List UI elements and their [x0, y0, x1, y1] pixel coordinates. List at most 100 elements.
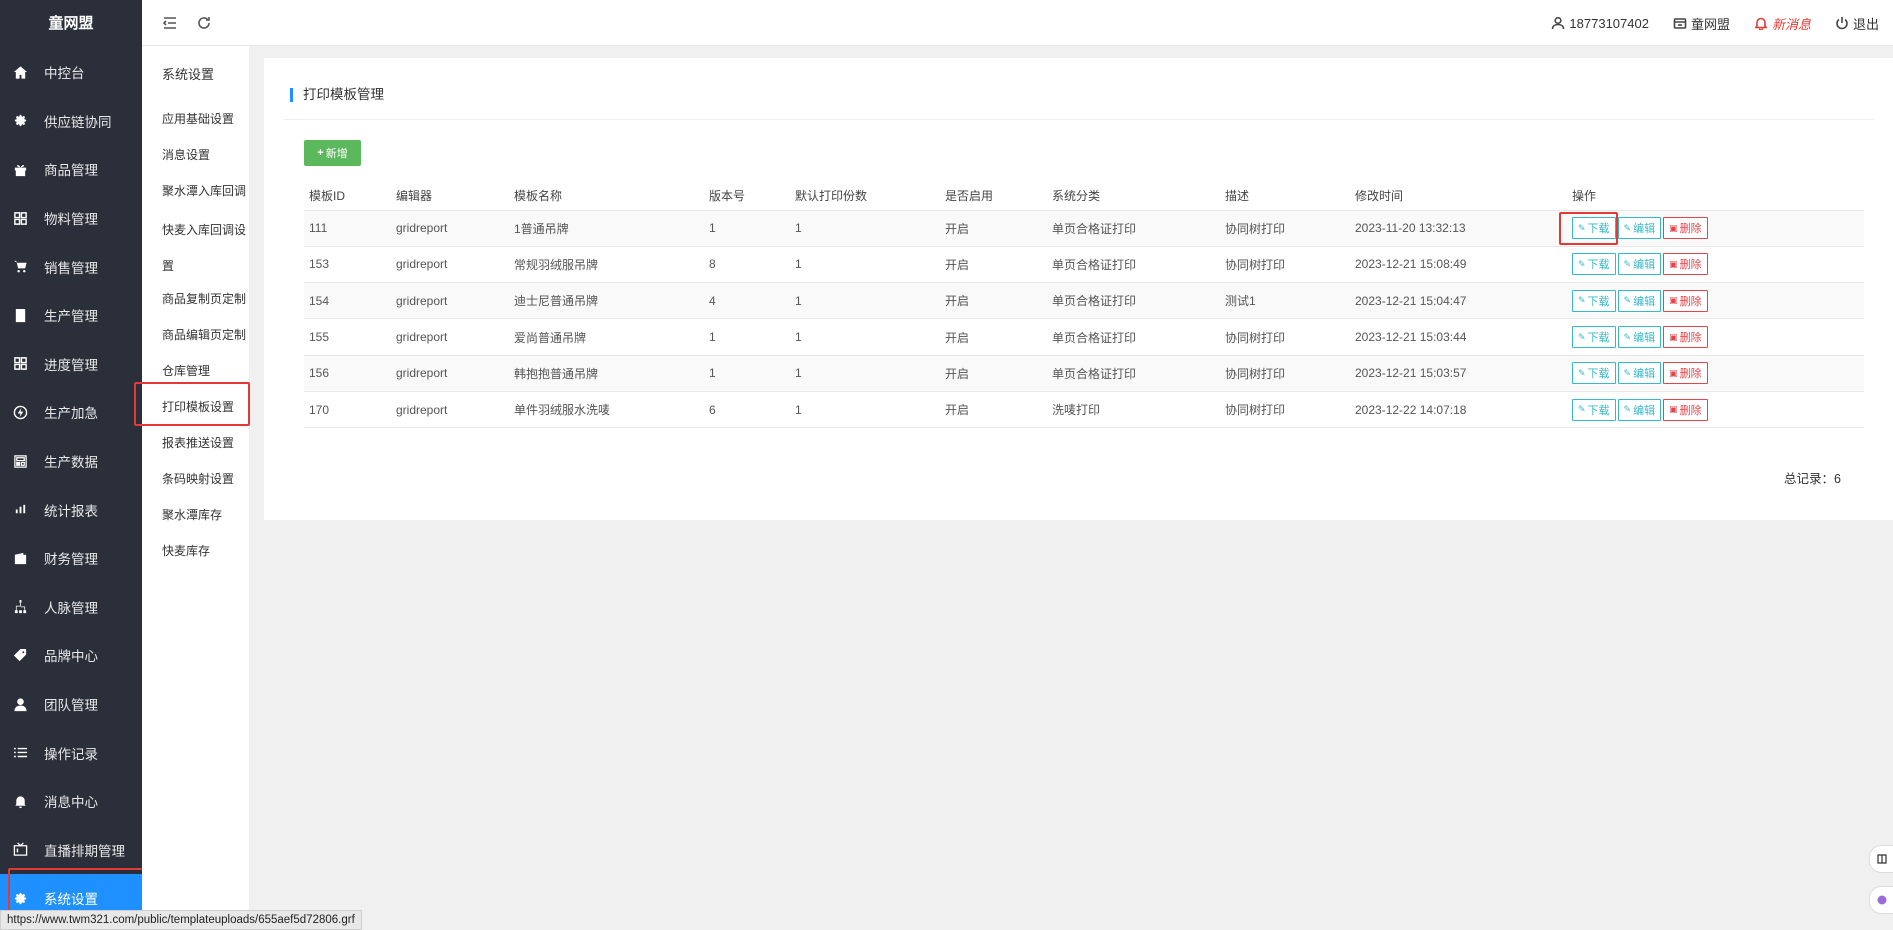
submenu-item-6[interactable]: 仓库管理 [162, 362, 248, 380]
table-cell: gridreport [391, 318, 509, 356]
table-row: 156 gridreport 韩抱抱普通吊牌 1 1 开启 单页合格证打印 协同树打印 2023… [304, 355, 1864, 392]
sidebar-item-3[interactable]: 物料管理 [0, 194, 142, 243]
delete-button[interactable]: ▣ 删除 [1663, 398, 1708, 421]
delete-button-label: 删除 [1679, 404, 1702, 417]
trash-icon: ▣ [1669, 258, 1678, 269]
table-cell: 单页合格证打印 [1047, 318, 1220, 356]
submenu-item-10[interactable]: 聚水潭库存 [162, 506, 248, 524]
sidebar-item-9[interactable]: 统计报表 [0, 485, 142, 534]
download-highlight [1559, 212, 1618, 245]
submenu-item-4[interactable]: 商品复制页定制 [162, 290, 248, 308]
sidebar-item-4[interactable]: 销售管理 [0, 242, 142, 291]
pencil-icon: ✎ [1623, 222, 1632, 233]
table-cell: 开启 [940, 246, 1047, 284]
edit-button[interactable]: ✎ 编辑 [1617, 326, 1662, 349]
brain-icon [1877, 895, 1886, 905]
bell-icon [1754, 17, 1768, 30]
submenu-item-3[interactable]: 快麦入库回调设置 [162, 212, 250, 284]
download-button[interactable]: ✎ 下载 [1572, 253, 1616, 276]
delete-button[interactable]: ▣ 删除 [1663, 253, 1708, 276]
submenu-item-1[interactable]: 消息设置 [162, 146, 248, 164]
actions-cell: ✎ 下载 ✎ 编辑 ▣ 删除 [1567, 282, 1864, 320]
grid-icon [12, 356, 28, 372]
download-button[interactable]: ✎ 下载 [1572, 398, 1616, 421]
table-cell: 常规羽绒服吊牌 [509, 246, 704, 284]
add-label: 新增 [325, 148, 348, 160]
settings-submenu: 系统设置 应用基础设置 消息设置聚水潭入库回调快麦入库回调设置商品复制页定制 商品编… [142, 0, 250, 930]
submenu-item-5[interactable]: 商品编辑页定制 [162, 326, 248, 344]
refresh-icon[interactable] [194, 13, 214, 33]
sidebar-item-7[interactable]: 生产加急 [0, 388, 142, 437]
sidebar-item-6[interactable]: 进度管理 [0, 340, 142, 389]
template-table: 模板ID 编辑器 模板名称 版本号 默认打印份数 是否启用 系统分类 描述 修改时间 操作 111… [304, 182, 1864, 429]
user-account[interactable]: 18773107402 [1551, 16, 1649, 31]
submenu-item-9[interactable]: 条码映射设置 [162, 470, 248, 488]
trash-icon: ▣ [1669, 367, 1678, 378]
pencil-icon: ✎ [1623, 258, 1632, 269]
column-header: 模板名称 [509, 182, 704, 211]
edit-button-label: 编辑 [1633, 368, 1656, 381]
delete-button[interactable]: ▣ 删除 [1663, 326, 1708, 349]
sidebar-item-label: 操作记录 [44, 746, 98, 762]
pencil-icon: ✎ [1623, 367, 1632, 378]
edit-button-label: 编辑 [1633, 332, 1656, 345]
add-template-button[interactable]: + 新增 [304, 140, 361, 166]
pencil-icon: ✎ [1578, 295, 1586, 306]
trash-icon: ▣ [1669, 404, 1678, 415]
edit-button-label: 编辑 [1633, 223, 1656, 236]
sidebar-item-1[interactable]: 供应链协同 [0, 97, 142, 146]
sidebar-item-15[interactable]: 消息中心 [0, 777, 142, 826]
delete-button[interactable]: ▣ 删除 [1663, 289, 1708, 312]
sidebar-item-8[interactable]: 生产数据 [0, 437, 142, 486]
network-icon [12, 599, 28, 615]
table-row: 170 gridreport 单件羽绒服水洗唛 6 1 开启 洗唛打印 协同树打印 2023-1… [304, 391, 1864, 429]
pencil-icon: ✎ [1623, 295, 1632, 306]
edit-button[interactable]: ✎ 编辑 [1617, 253, 1662, 276]
logout-button[interactable]: 退出 [1835, 14, 1879, 33]
table-cell: 单页合格证打印 [1047, 282, 1220, 320]
org-switch[interactable]: 童网盟 [1673, 14, 1730, 33]
sidebar-item-5[interactable]: 生产管理 [0, 291, 142, 340]
download-button-label: 下载 [1587, 368, 1610, 381]
submenu-item-2[interactable]: 聚水潭入库回调 [162, 182, 248, 200]
sidebar-item-2[interactable]: 商品管理 [0, 145, 142, 194]
submenu-title: 系统设置 [162, 67, 215, 82]
bell-icon [12, 793, 28, 809]
download-button[interactable]: ✎ 下载 [1572, 289, 1616, 312]
edit-button[interactable]: ✎ 编辑 [1617, 362, 1662, 385]
edit-button[interactable]: ✎ 编辑 [1617, 217, 1662, 240]
edit-button[interactable]: ✎ 编辑 [1617, 289, 1662, 312]
download-button-label: 下载 [1587, 332, 1610, 345]
download-button[interactable]: ✎ 下载 [1572, 362, 1616, 385]
edit-button[interactable]: ✎ 编辑 [1617, 398, 1662, 421]
new-message-link[interactable]: 新消息 [1754, 14, 1811, 33]
pencil-icon: ✎ [1578, 367, 1586, 378]
delete-button[interactable]: ▣ 删除 [1663, 362, 1708, 385]
table-cell: 1 [790, 246, 940, 284]
sidebar-item-12[interactable]: 品牌中心 [0, 631, 142, 680]
submenu-item-0[interactable]: 应用基础设置 [162, 110, 248, 128]
sidebar-item-0[interactable]: 中控台 [0, 48, 142, 97]
sidebar-item-16[interactable]: 直播排期管理 [0, 826, 142, 875]
sidebar-item-10[interactable]: 财务管理 [0, 534, 142, 583]
download-button[interactable]: ✎ 下载 [1572, 326, 1616, 349]
sidebar-item-14[interactable]: 操作记录 [0, 728, 142, 777]
sidebar-item-11[interactable]: 人脉管理 [0, 583, 142, 632]
sidebar-item-13[interactable]: 团队管理 [0, 680, 142, 729]
table-cell: 开启 [940, 210, 1047, 247]
store-icon [1673, 18, 1687, 29]
sidebar-item-label: 物料管理 [44, 212, 98, 228]
side-float-button[interactable] [1869, 845, 1893, 873]
table-cell: 1普通吊牌 [509, 210, 704, 247]
table-cell: 1 [704, 355, 790, 392]
submenu-item-8[interactable]: 报表推送设置 [162, 434, 248, 452]
user-icon [1552, 16, 1565, 30]
collapse-menu-icon[interactable] [160, 13, 180, 33]
delete-button[interactable]: ▣ 删除 [1663, 217, 1708, 240]
table-cell: 单页合格证打印 [1047, 355, 1220, 392]
side-float-button-2[interactable] [1869, 886, 1893, 914]
download-button-label: 下载 [1587, 259, 1610, 272]
sidebar-item-label: 生产数据 [44, 455, 98, 471]
pencil-icon: ✎ [1578, 258, 1586, 269]
submenu-item-11[interactable]: 快麦库存 [162, 542, 248, 560]
